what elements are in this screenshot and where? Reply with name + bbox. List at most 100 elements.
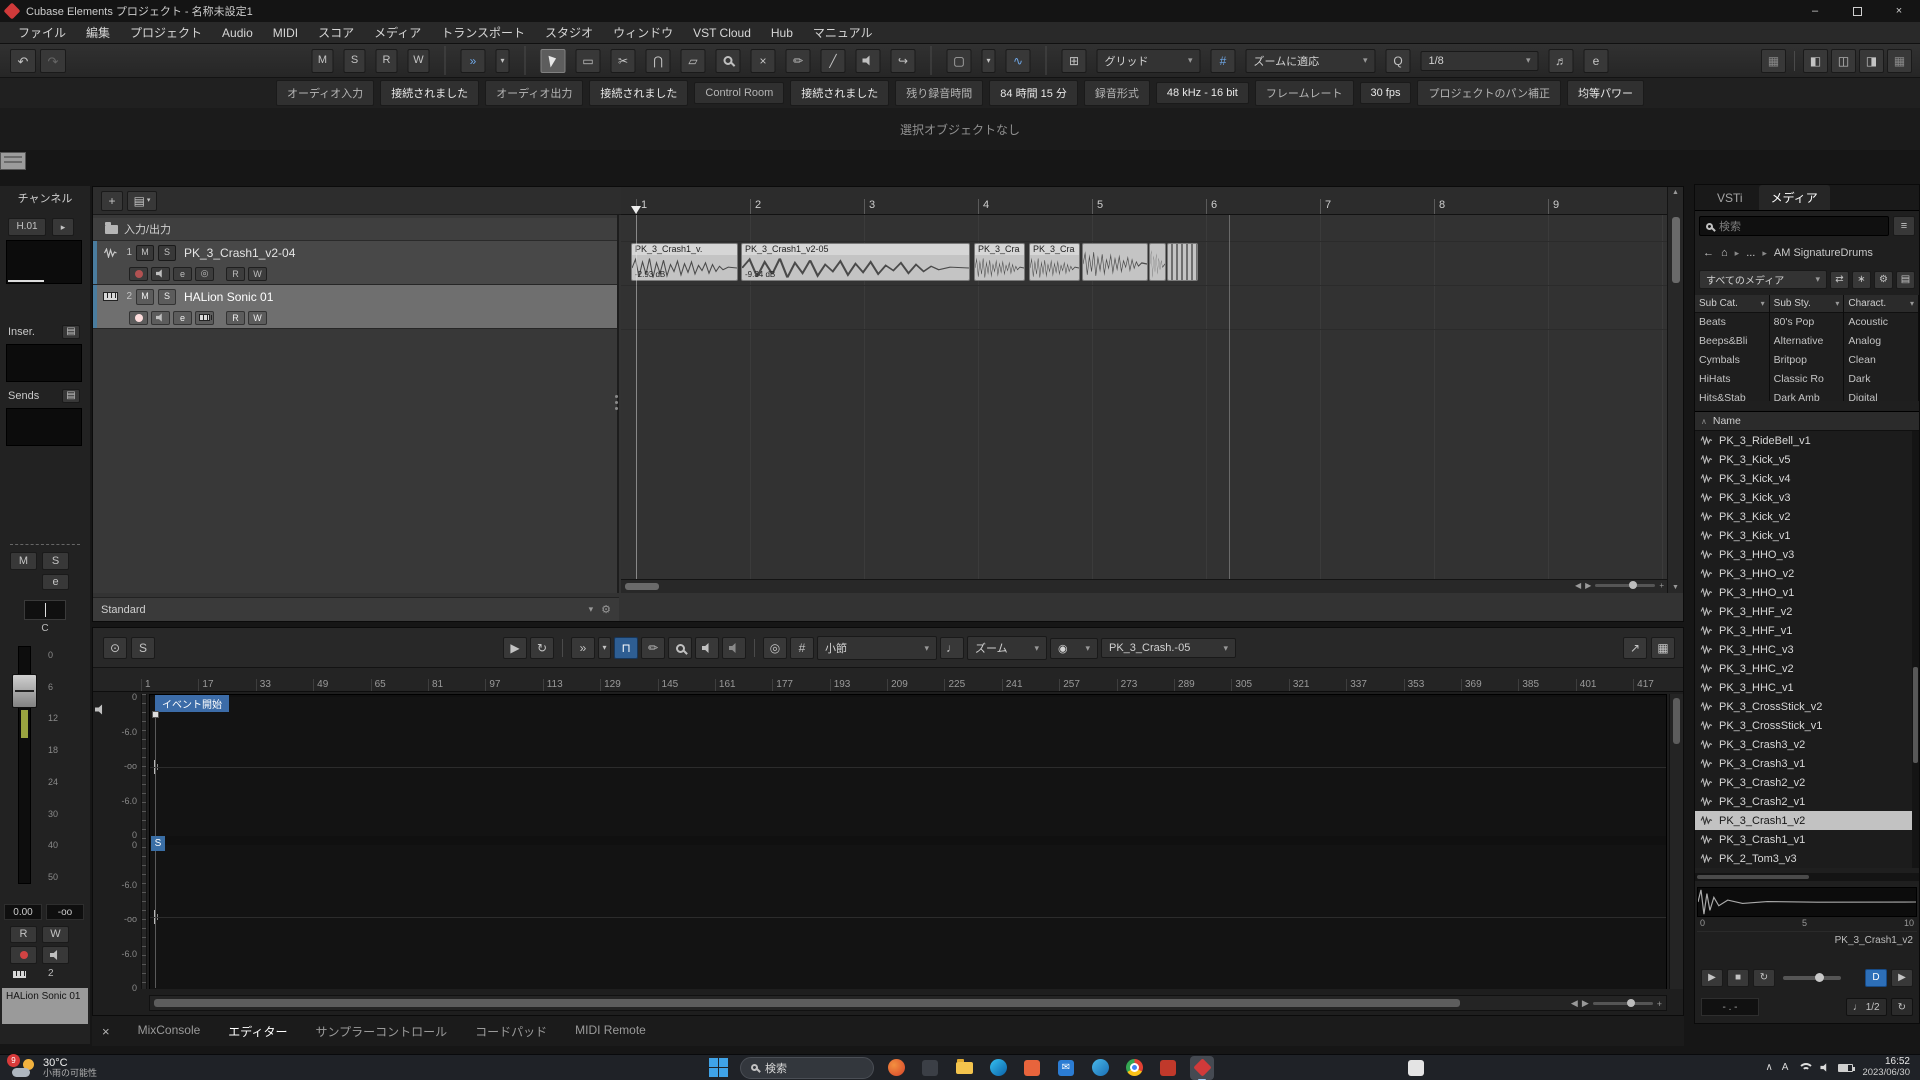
draw-tool-button[interactable]: ✏ [786,49,811,73]
select-tool-button[interactable] [541,49,566,73]
play-tool-button[interactable] [856,49,881,73]
menu-item[interactable]: ファイル [8,21,76,44]
sends-section-label[interactable]: Sends [8,390,39,402]
preview-waveform[interactable] [1697,887,1917,917]
audition-play-button[interactable]: ▶ [503,637,527,659]
right-zone-toggle[interactable]: ◨ [1859,49,1884,73]
filter-item[interactable]: Digital [1844,389,1918,401]
list-view-icon[interactable]: ▤ [1896,271,1915,289]
gear-icon[interactable]: ⚙ [601,603,611,616]
taskbar-app-icon[interactable] [1404,1056,1428,1080]
erase-tool-button[interactable]: ▱ [681,49,706,73]
tempo-display[interactable]: - . - [1701,998,1759,1016]
editor-zoom-controls[interactable]: ◀ ▶ + [1571,998,1662,1009]
media-file-row[interactable]: PK_3_Crash2_v1 [1695,792,1919,811]
editor-solo-button[interactable]: S [131,637,155,659]
splitter-grip[interactable] [613,387,620,417]
minimize-button[interactable]: – [1794,0,1836,22]
filter-item[interactable]: Analog [1844,332,1918,351]
track-row-instrument-selected[interactable]: 2 M S HALion Sonic 01 e R W [93,285,617,329]
menu-item[interactable]: メディア [364,21,431,44]
zoom-slider[interactable] [1595,584,1655,587]
filter-item[interactable]: Acoustic [1844,313,1918,332]
wifi-icon[interactable] [1797,1063,1811,1072]
beat-align-chip[interactable]: ♩ 1/2 [1846,998,1887,1016]
weather-widget[interactable]: 9 30°C 小雨の可能性 [4,1055,105,1080]
fader-handle[interactable] [12,674,37,708]
quantize-dropdown[interactable]: 1/8▾ [1421,51,1539,71]
filter-item[interactable]: Clean [1844,351,1918,370]
taskbar-app-icon[interactable] [1020,1056,1044,1080]
scroll-left-icon[interactable]: ◀ [1575,581,1581,590]
zoom-in-icon[interactable]: + [1659,581,1664,590]
glue-tool-button[interactable]: ⋂ [646,49,671,73]
zoom-mode-dropdown[interactable]: ズーム▾ [967,636,1047,660]
volume-readout[interactable]: 0.00 [4,904,42,920]
filter-column-header[interactable]: Sub Cat.▾ [1695,295,1769,313]
audio-event[interactable]: PK_3_Crash1_v. -2.93 dB [631,243,738,281]
zoom-in-icon[interactable]: + [1657,999,1662,1009]
musical-mode-button[interactable]: ♩ [940,637,964,659]
filter-item[interactable]: Cymbals [1695,351,1769,370]
track-row-audio[interactable]: 1 M S PK_3_Crash1_v2-04 e ◎ R W [93,241,617,285]
horizontal-scrollbar[interactable]: ◀ ▶ + [621,579,1667,593]
audition-loop-button[interactable]: ↻ [530,637,554,659]
fade-handle[interactable] [152,711,159,718]
scrub-tool-button[interactable] [722,637,746,659]
record-enable-button[interactable] [129,267,148,281]
record-enable-button[interactable] [10,946,37,964]
range-tool-button[interactable]: ▭ [576,49,601,73]
menu-item[interactable]: ウィンドウ [603,21,683,44]
media-file-row[interactable]: PK_3_Crash3_v2 [1695,735,1919,754]
automation-write-button[interactable]: W [408,49,430,73]
media-file-row[interactable]: PK_3_Kick_v5 [1695,450,1919,469]
media-file-row[interactable]: PK_3_Kick_v4 [1695,469,1919,488]
back-icon[interactable]: ← [1703,247,1714,259]
scrollbar-thumb[interactable] [1913,667,1918,763]
start-button[interactable] [706,1056,730,1080]
editor-setup-button[interactable]: ▦ [1651,637,1675,659]
media-file-row[interactable]: PK_3_HHC_v2 [1695,659,1919,678]
menu-item[interactable]: Audio [212,23,263,43]
media-file-row[interactable]: PK_3_RideBell_v1 [1695,431,1919,450]
autoscroll-button[interactable]: » [461,49,486,73]
peak-readout[interactable]: -oo [46,904,84,920]
scroll-right-icon[interactable]: ▶ [1585,581,1591,590]
filter-item[interactable]: Dark [1844,370,1918,389]
grid-type-dropdown[interactable]: グリッド▾ [1097,49,1201,73]
scrollbar-thumb[interactable] [1672,217,1680,283]
setup-toolbar-button[interactable]: ▦ [1887,49,1912,73]
play-tool-button[interactable] [695,637,719,659]
timeline-ruler[interactable]: 123456789 [621,187,1667,215]
snap-grid-icon[interactable]: # [1211,49,1236,73]
clip-select-dropdown[interactable]: PK_3_Crash.-05▾ [1101,638,1236,658]
media-file-row[interactable]: PK_2_Tom3_v3 [1695,849,1919,868]
media-file-row[interactable]: PK_3_Crash1_v1 [1695,830,1919,849]
track-solo-button[interactable]: S [158,245,176,261]
channel-mute-button[interactable]: M [10,552,37,570]
scroll-up-icon[interactable]: ▲ [1668,189,1683,196]
taskbar-app-icon[interactable]: ✉ [1054,1056,1078,1080]
rack-menu-button[interactable]: ≡ [1893,216,1915,236]
window-layout-button[interactable]: ▦ [1761,49,1786,73]
audio-event[interactable] [1149,243,1166,281]
view-options-dropdown[interactable]: ◉▾ [1050,638,1098,659]
autoscroll-button[interactable]: » [571,637,595,659]
zoom-tool-button[interactable] [716,49,741,73]
scroll-right-icon[interactable]: ▶ [1582,998,1589,1009]
media-file-row[interactable]: PK_3_Crash2_v2 [1695,773,1919,792]
filter-item[interactable]: HiHats [1695,370,1769,389]
audio-event[interactable]: PK_3_Crash1_v2-05 -9.34 dB [741,243,970,281]
filter-item[interactable]: Britpop [1770,351,1844,370]
media-file-row[interactable]: PK_3_CrossStick_v2 [1695,697,1919,716]
rating-filter-icon[interactable]: ∗ [1852,271,1871,289]
taskbar-cubase-icon-active[interactable] [1190,1056,1214,1080]
battery-icon[interactable] [1838,1064,1853,1072]
preset-browse-icon[interactable]: ▸ [52,218,74,236]
close-lower-zone-icon[interactable]: × [102,1024,110,1039]
scrollbar-thumb[interactable] [154,999,1460,1007]
media-file-row[interactable]: PK_3_Kick_v2 [1695,507,1919,526]
mute-tool-button[interactable]: × [751,49,776,73]
clock[interactable]: 16:52 2023/06/30 [1862,1056,1910,1078]
record-enable-button-armed[interactable] [129,311,148,325]
